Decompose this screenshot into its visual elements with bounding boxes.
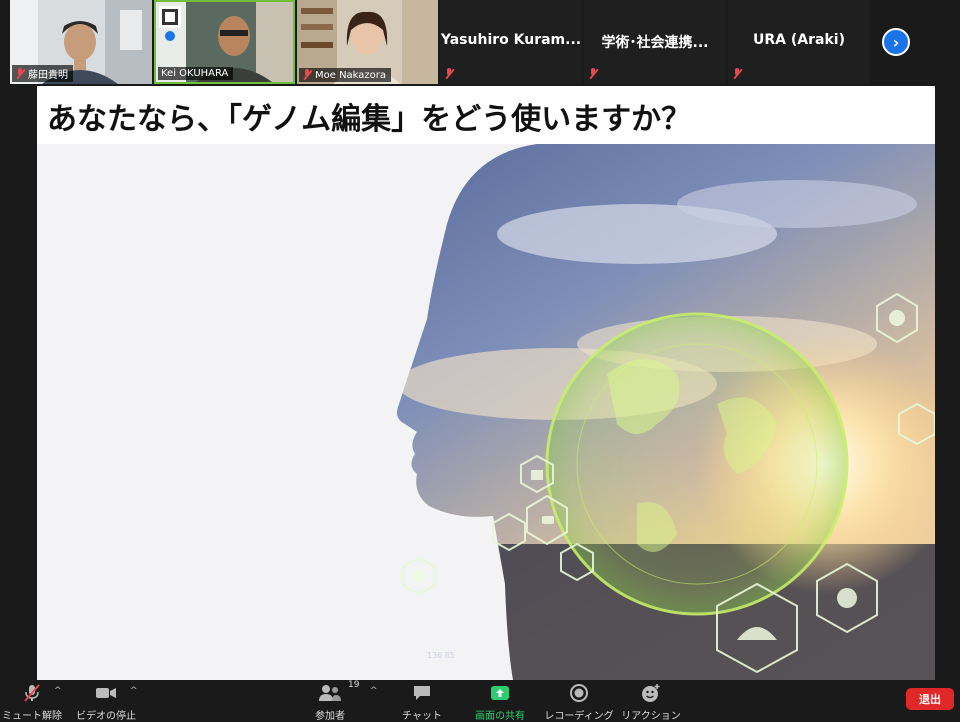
mic-muted-icon [588, 68, 598, 80]
chevron-right-icon: › [892, 32, 900, 52]
share-screen-icon [490, 682, 510, 704]
video-options-caret[interactable]: ^ [130, 686, 138, 696]
participant-video-tile-active[interactable]: Kei OKUHARA [154, 0, 295, 84]
slide-title-bar: あなたなら、「ゲノム編集」をどう使いますか？ [37, 86, 935, 144]
next-page-button[interactable]: › [882, 28, 910, 56]
participants-count: 19 [348, 680, 360, 690]
participant-name: URA (Araki) [753, 32, 845, 48]
participant-name-label: Moe Nakazora [299, 68, 392, 82]
participant-name-label: Kei OKUHARA [158, 67, 234, 80]
svg-text:136 85: 136 85 [427, 651, 455, 660]
stop-video-button[interactable]: ビデオの停止 [76, 682, 136, 722]
leave-meeting-button[interactable]: 退出 [906, 688, 954, 710]
share-screen-button[interactable]: 画面の共有 [470, 682, 530, 722]
record-button[interactable]: レコーディング [544, 682, 614, 722]
smiley-icon [641, 682, 661, 704]
shared-screen: あなたなら、「ゲノム編集」をどう使いますか？ 136 85 [37, 86, 935, 680]
participant-name-tile[interactable]: URA (Araki) [728, 0, 870, 84]
participant-video-tile[interactable]: Moe Nakazora [297, 0, 438, 84]
mic-muted-icon [732, 68, 742, 80]
mic-muted-icon [22, 682, 42, 704]
unmute-button[interactable]: ミュート解除 [2, 682, 62, 722]
chat-bubble-icon [412, 682, 432, 704]
participant-name-label: 藤田貴明 [12, 65, 73, 82]
mic-muted-icon [15, 67, 25, 80]
participant-video-tile[interactable]: 藤田貴明 [10, 0, 152, 84]
participants-options-caret[interactable]: ^ [370, 686, 378, 696]
meeting-toolbar: ミュート解除 ^ ビデオの停止 ^ 19 参加者 ^ チャット 画面の共有 レコ… [0, 680, 960, 722]
reactions-button[interactable]: リアクション [621, 682, 681, 722]
participant-name: 学術･社会連携... [601, 35, 709, 51]
mic-muted-icon [302, 69, 312, 81]
record-icon [569, 682, 589, 704]
participants-icon: 19 [318, 680, 359, 704]
participants-button[interactable]: 19 参加者 [308, 680, 359, 722]
chat-button[interactable]: チャット [400, 682, 444, 722]
mic-muted-icon [444, 68, 454, 80]
slide-image: 136 85 [37, 144, 935, 680]
participant-name-tile[interactable]: Yasuhiro Kuram... [440, 0, 582, 84]
participant-strip: 藤田貴明 Kei OKUHARA Moe Nakazora Yasuhiro K… [0, 0, 960, 84]
slide-title: あなたなら、「ゲノム編集」をどう使いますか？ [47, 102, 692, 137]
video-camera-icon [95, 682, 117, 704]
audio-options-caret[interactable]: ^ [54, 686, 62, 696]
participant-name-tile[interactable]: 学術･社会連携... [584, 0, 726, 84]
participant-name: Yasuhiro Kuram... [440, 32, 582, 48]
